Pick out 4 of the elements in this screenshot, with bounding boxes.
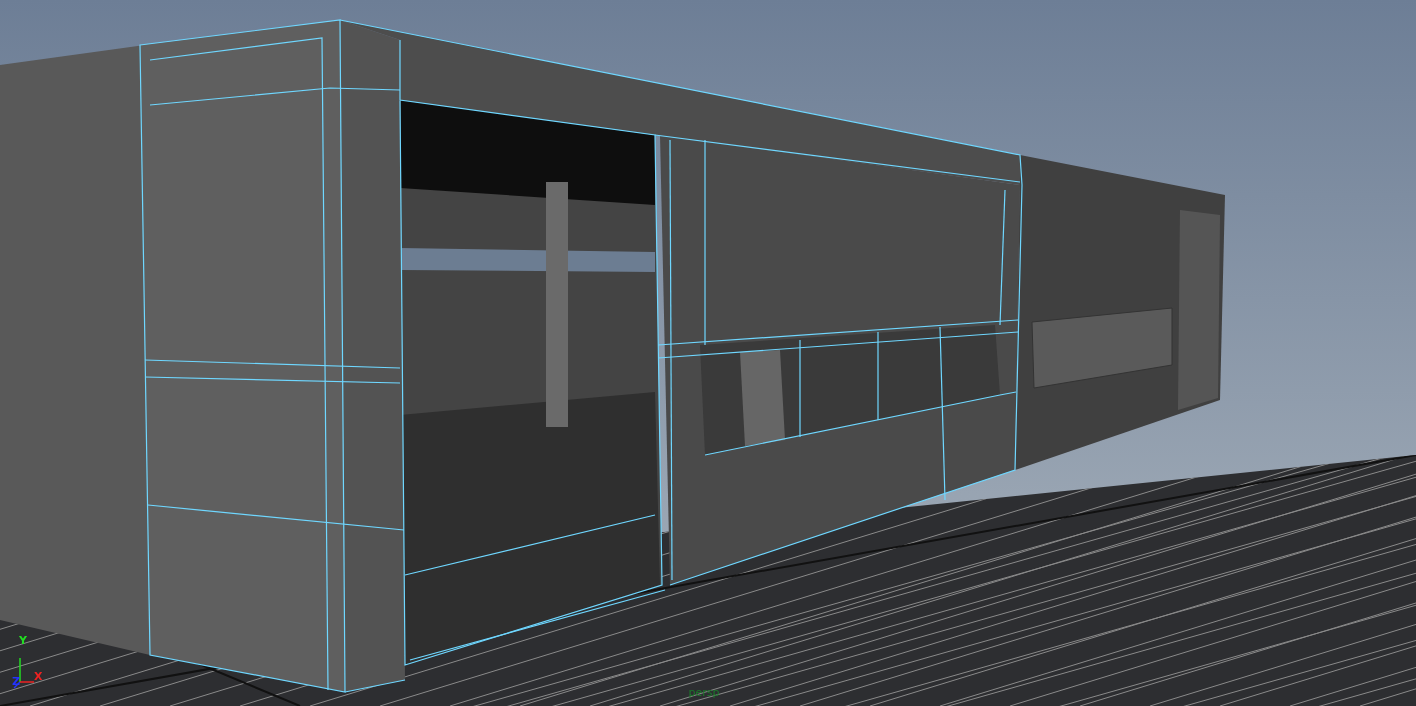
axis-gizmo-icon [13,657,35,689]
axis-label: Y [19,634,27,647]
axis-label: Z [12,675,20,688]
axis-label: X [34,670,43,683]
